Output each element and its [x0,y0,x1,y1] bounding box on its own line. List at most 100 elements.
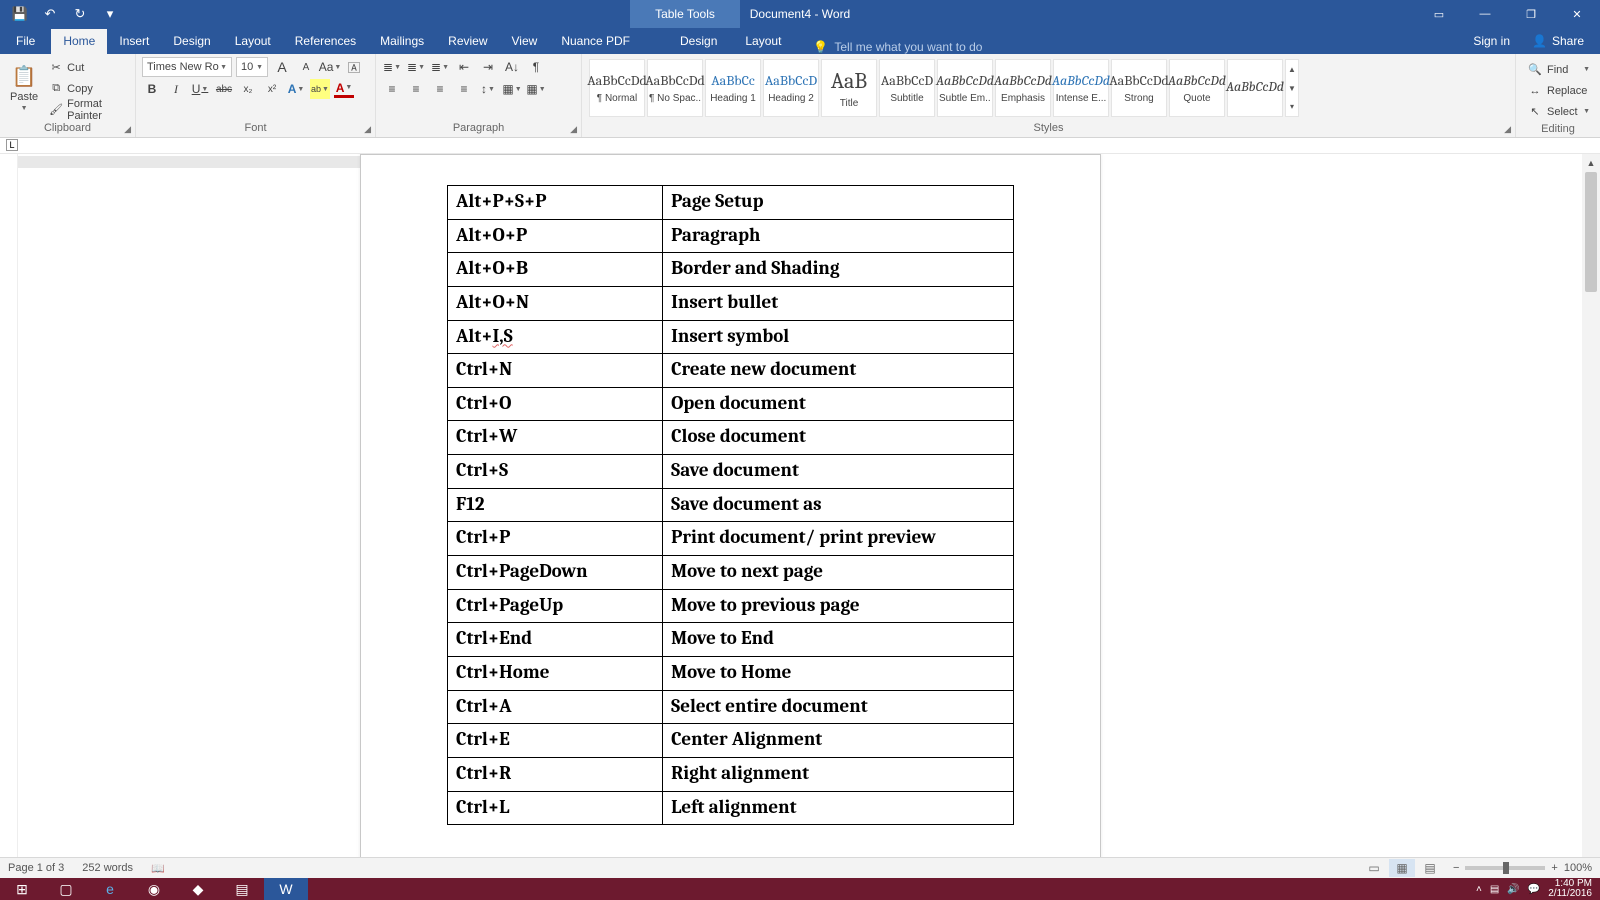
shortcut-cell[interactable]: Alt+O+P [448,219,663,253]
description-cell[interactable]: Paragraph [663,219,1014,253]
table-row[interactable]: Ctrl+PageDownMove to next page [448,556,1014,590]
table-row[interactable]: Alt+I,SInsert symbol [448,320,1014,354]
print-layout-button[interactable]: ▦ [1389,859,1415,877]
chrome-icon[interactable]: ◉ [132,878,176,900]
description-cell[interactable]: Move to End [663,623,1014,657]
style-option[interactable]: AaBbCcDSubtitle [879,59,935,117]
description-cell[interactable]: Insert bullet [663,286,1014,320]
read-mode-button[interactable]: ▭ [1361,859,1387,877]
start-button[interactable]: ⊞ [0,878,44,900]
shortcuts-table[interactable]: Alt+P+S+PPage SetupAlt+O+PParagraphAlt+O… [447,185,1014,825]
styles-dialog-launcher[interactable]: ◢ [1504,124,1511,135]
table-row[interactable]: F12Save document as [448,488,1014,522]
style-option[interactable]: AaBbCcHeading 1 [705,59,761,117]
style-option[interactable]: AaBbCcDdSubtle Em... [937,59,993,117]
style-option[interactable]: AaBTitle [821,59,877,117]
clear-formatting-button[interactable]: 🄰 [344,57,364,77]
style-option[interactable]: AaBbCcDd¶ No Spac... [647,59,703,117]
tab-table-layout[interactable]: Layout [731,29,795,54]
replace-button[interactable]: ↔Replace [1528,81,1590,100]
maximize-icon[interactable]: ❐ [1508,0,1554,28]
change-case-button[interactable]: Aa▼ [320,57,340,77]
vertical-scrollbar[interactable]: ▲ ▼ [1582,154,1600,878]
tab-layout[interactable]: Layout [223,29,283,54]
highlight-button[interactable]: ab▼ [310,79,330,99]
style-option[interactable]: AaBbCcDdEmphasis [995,59,1051,117]
align-right-button[interactable]: ≡ [430,79,450,99]
style-option[interactable]: AaBbCcDd¶ Normal [589,59,645,117]
grow-font-button[interactable]: A [272,57,292,77]
superscript-button[interactable]: x² [262,79,282,99]
decrease-indent-button[interactable]: ⇤ [454,57,474,77]
table-row[interactable]: Alt+P+S+PPage Setup [448,186,1014,220]
show-marks-button[interactable]: ¶ [526,57,546,77]
app-icon-2[interactable]: ▤ [220,878,264,900]
table-row[interactable]: Ctrl+HomeMove to Home [448,656,1014,690]
redo-icon[interactable]: ↻ [72,6,88,22]
table-row[interactable]: Ctrl+ECenter Alignment [448,724,1014,758]
zoom-out-button[interactable]: − [1453,862,1459,874]
description-cell[interactable]: Page Setup [663,186,1014,220]
edge-icon[interactable]: e [88,878,132,900]
web-layout-button[interactable]: ▤ [1417,859,1443,877]
tray-notifications-icon[interactable]: 💬 [1528,884,1540,895]
tab-insert[interactable]: Insert [107,29,161,54]
tab-nuance-pdf[interactable]: Nuance PDF [549,29,642,54]
find-button[interactable]: 🔍Find▼ [1528,60,1590,79]
zoom-percent[interactable]: 100% [1564,862,1592,874]
shortcut-cell[interactable]: Ctrl+PageUp [448,589,663,623]
word-icon[interactable]: W [264,878,308,900]
description-cell[interactable]: Close document [663,421,1014,455]
table-row[interactable]: Ctrl+EndMove to End [448,623,1014,657]
document-page[interactable]: Alt+P+S+PPage SetupAlt+O+PParagraphAlt+O… [360,154,1101,878]
scroll-thumb[interactable] [1585,172,1597,292]
description-cell[interactable]: Move to previous page [663,589,1014,623]
style-option[interactable]: AaBbCcDdIntense E... [1053,59,1109,117]
underline-button[interactable]: U▼ [190,79,210,99]
style-option[interactable]: AaBbCcDdStrong [1111,59,1167,117]
ribbon-display-options-icon[interactable]: ▭ [1416,0,1462,28]
description-cell[interactable]: Save document as [663,488,1014,522]
vertical-ruler[interactable] [0,154,18,878]
table-row[interactable]: Ctrl+SSave document [448,455,1014,489]
styles-gallery[interactable]: AaBbCcDd¶ NormalAaBbCcDd¶ No Spac...AaBb… [588,56,1509,117]
page-indicator[interactable]: Page 1 of 3 [8,862,64,874]
tab-view[interactable]: View [500,29,550,54]
text-effects-button[interactable]: A▼ [286,79,306,99]
task-view-button[interactable]: ▢ [44,878,88,900]
tab-selector[interactable]: L [6,139,18,151]
select-button[interactable]: ↖Select▼ [1528,102,1590,121]
table-row[interactable]: Ctrl+LLeft alignment [448,791,1014,825]
sort-button[interactable]: A↓ [502,57,522,77]
style-option[interactable]: AaBbCcDdQuote [1169,59,1225,117]
shortcut-cell[interactable]: Ctrl+O [448,387,663,421]
borders-button[interactable]: ▦▼ [526,79,546,99]
shortcut-cell[interactable]: Ctrl+L [448,791,663,825]
shortcut-cell[interactable]: Alt+O+N [448,286,663,320]
description-cell[interactable]: Open document [663,387,1014,421]
font-dialog-launcher[interactable]: ◢ [364,124,371,135]
table-row[interactable]: Alt+O+PParagraph [448,219,1014,253]
table-row[interactable]: Ctrl+ASelect entire document [448,690,1014,724]
shortcut-cell[interactable]: Ctrl+A [448,690,663,724]
font-size-combo[interactable]: 10▼ [236,57,268,77]
styles-more-button[interactable]: ▲▼▾ [1285,59,1299,117]
table-row[interactable]: Ctrl+NCreate new document [448,354,1014,388]
save-icon[interactable]: 💾 [12,6,28,22]
line-spacing-button[interactable]: ↕▼ [478,79,498,99]
clock[interactable]: 1:40 PM 2/11/2016 [1548,879,1592,900]
shortcut-cell[interactable]: Alt+I,S [448,320,663,354]
share-button[interactable]: 👤 Share [1522,29,1594,54]
shortcut-cell[interactable]: Alt+O+B [448,253,663,287]
style-option[interactable]: AaBbCcDHeading 2 [763,59,819,117]
tab-design[interactable]: Design [161,29,222,54]
description-cell[interactable]: Insert symbol [663,320,1014,354]
table-row[interactable]: Ctrl+PageUpMove to previous page [448,589,1014,623]
increase-indent-button[interactable]: ⇥ [478,57,498,77]
zoom-in-button[interactable]: + [1551,862,1557,874]
tray-network-icon[interactable]: ▤ [1490,884,1499,895]
shortcut-cell[interactable]: Ctrl+E [448,724,663,758]
description-cell[interactable]: Create new document [663,354,1014,388]
bullets-button[interactable]: ≣▼ [382,57,402,77]
shortcut-cell[interactable]: F12 [448,488,663,522]
